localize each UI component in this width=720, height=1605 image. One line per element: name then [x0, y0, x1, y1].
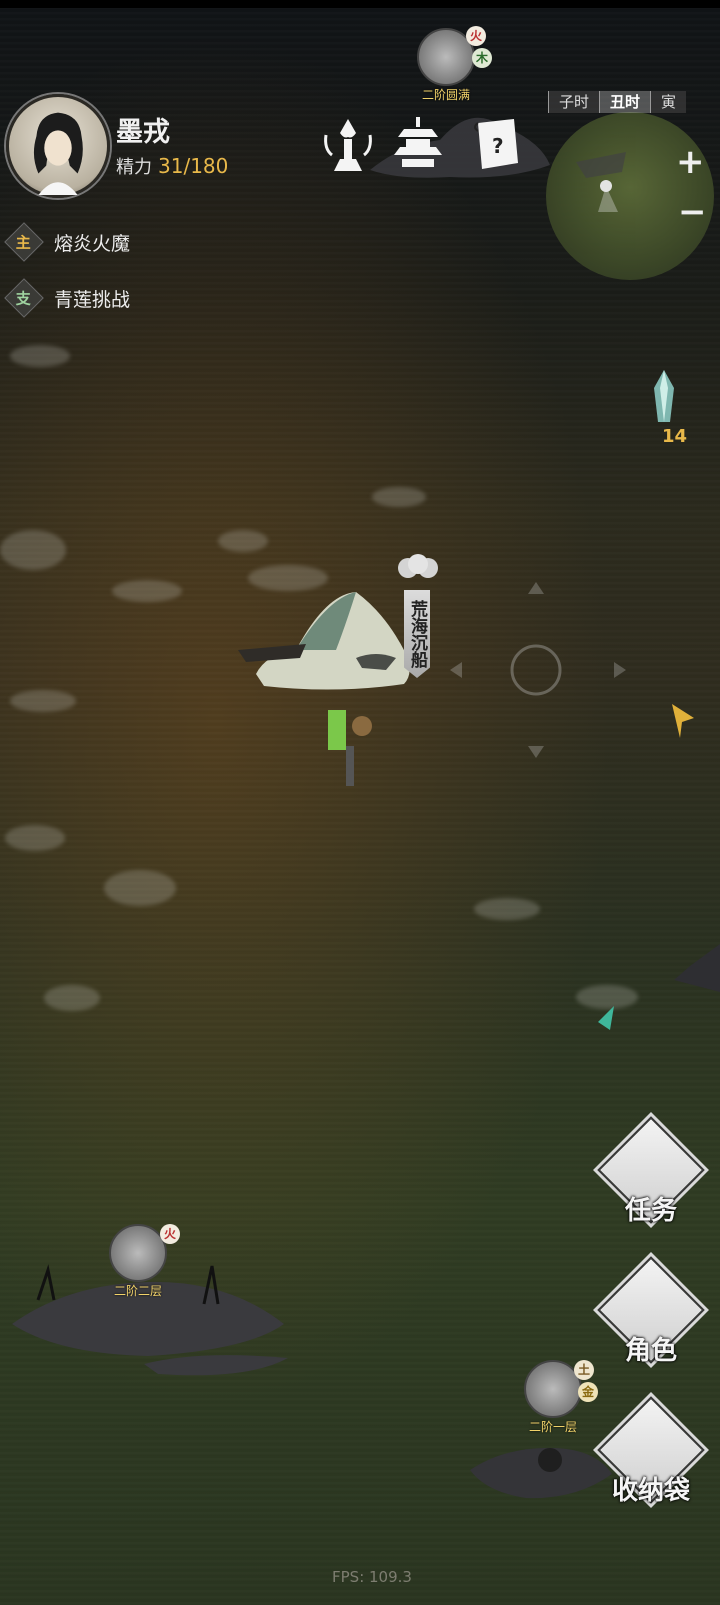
edge-island [674, 944, 720, 992]
energy-display: 精力 31/180 [116, 153, 228, 179]
enemy-badge[interactable]: 二阶二层 火 [106, 1224, 180, 1299]
pavilion-icon[interactable] [392, 115, 444, 175]
time-bar: 子时 丑时 寅 [548, 91, 687, 113]
quest-direction-marker-icon [672, 704, 694, 738]
enemy-rank: 二阶二层 [113, 1284, 162, 1298]
item-counter: 14 [662, 426, 688, 447]
enemy-portrait [109, 1224, 167, 1282]
wood-element-icon: 木 [472, 48, 492, 68]
cloud [218, 530, 268, 552]
main-quest-label: 熔炎火魔 [54, 232, 131, 255]
character-button[interactable]: 角色 [597, 1256, 705, 1367]
tasks-label: 任务 [624, 1196, 677, 1226]
main-quest-tag: 主 [4, 222, 44, 262]
tasks-button[interactable]: 任务 [597, 1116, 705, 1227]
cloud [10, 690, 76, 712]
crystal-item-icon[interactable] [644, 368, 684, 426]
cloud [44, 985, 100, 1011]
zoom-in-button[interactable]: + [676, 142, 705, 182]
enemy-badge[interactable]: 二阶一层 土 金 [520, 1360, 598, 1435]
cloud [104, 870, 176, 906]
enemy-rank: 二阶一层 [528, 1420, 577, 1434]
fps-counter: FPS: 109.3 [332, 1568, 412, 1586]
energy-label: 精力 [116, 157, 152, 178]
cloud [474, 898, 540, 920]
cloud [5, 825, 65, 851]
time-zi: 子时 [548, 91, 600, 113]
cloud [10, 345, 70, 367]
teal-direction-marker-icon [598, 1006, 614, 1030]
movement-joystick[interactable] [450, 582, 630, 762]
side-quest-tag: 支 [4, 278, 44, 318]
earth-element-icon: 土 [574, 1360, 594, 1380]
player-character [328, 710, 372, 786]
cloud-ornament-icon [398, 554, 438, 578]
player-name: 墨戎 [116, 117, 170, 148]
cloud [112, 580, 182, 602]
time-yin: 寅 [650, 91, 687, 113]
time-chou: 丑时 [599, 91, 651, 113]
cloud [372, 487, 426, 507]
character-label: 角色 [624, 1336, 677, 1366]
fire-element-icon: 火 [466, 26, 486, 46]
energy-value: 31/180 [158, 154, 229, 178]
main-quest[interactable]: 主 熔炎火魔 [4, 222, 131, 262]
fire-element-icon: 火 [160, 1224, 180, 1244]
dark-island-right [470, 1447, 612, 1499]
location-banner[interactable]: 荒海沉船 [404, 590, 430, 678]
zoom-out-button[interactable]: − [678, 192, 707, 232]
scroll-help-icon[interactable]: ? [470, 115, 522, 175]
enemy-rank: 二阶圆满 [421, 88, 470, 102]
storage-bag-button[interactable]: 收纳袋 [597, 1396, 705, 1507]
storage-bag-label: 收纳袋 [611, 1476, 690, 1506]
metal-element-icon: 金 [578, 1382, 598, 1402]
enemy-badge[interactable]: 二阶圆满 火 木 [414, 26, 492, 103]
sect-icon[interactable] [322, 115, 374, 175]
side-quest-label: 青莲挑战 [54, 288, 131, 311]
player-avatar[interactable] [6, 94, 110, 198]
status-bar [0, 0, 720, 8]
cloud [0, 530, 66, 570]
side-quest[interactable]: 支 青莲挑战 [4, 278, 131, 318]
svg-text:?: ? [492, 134, 504, 158]
